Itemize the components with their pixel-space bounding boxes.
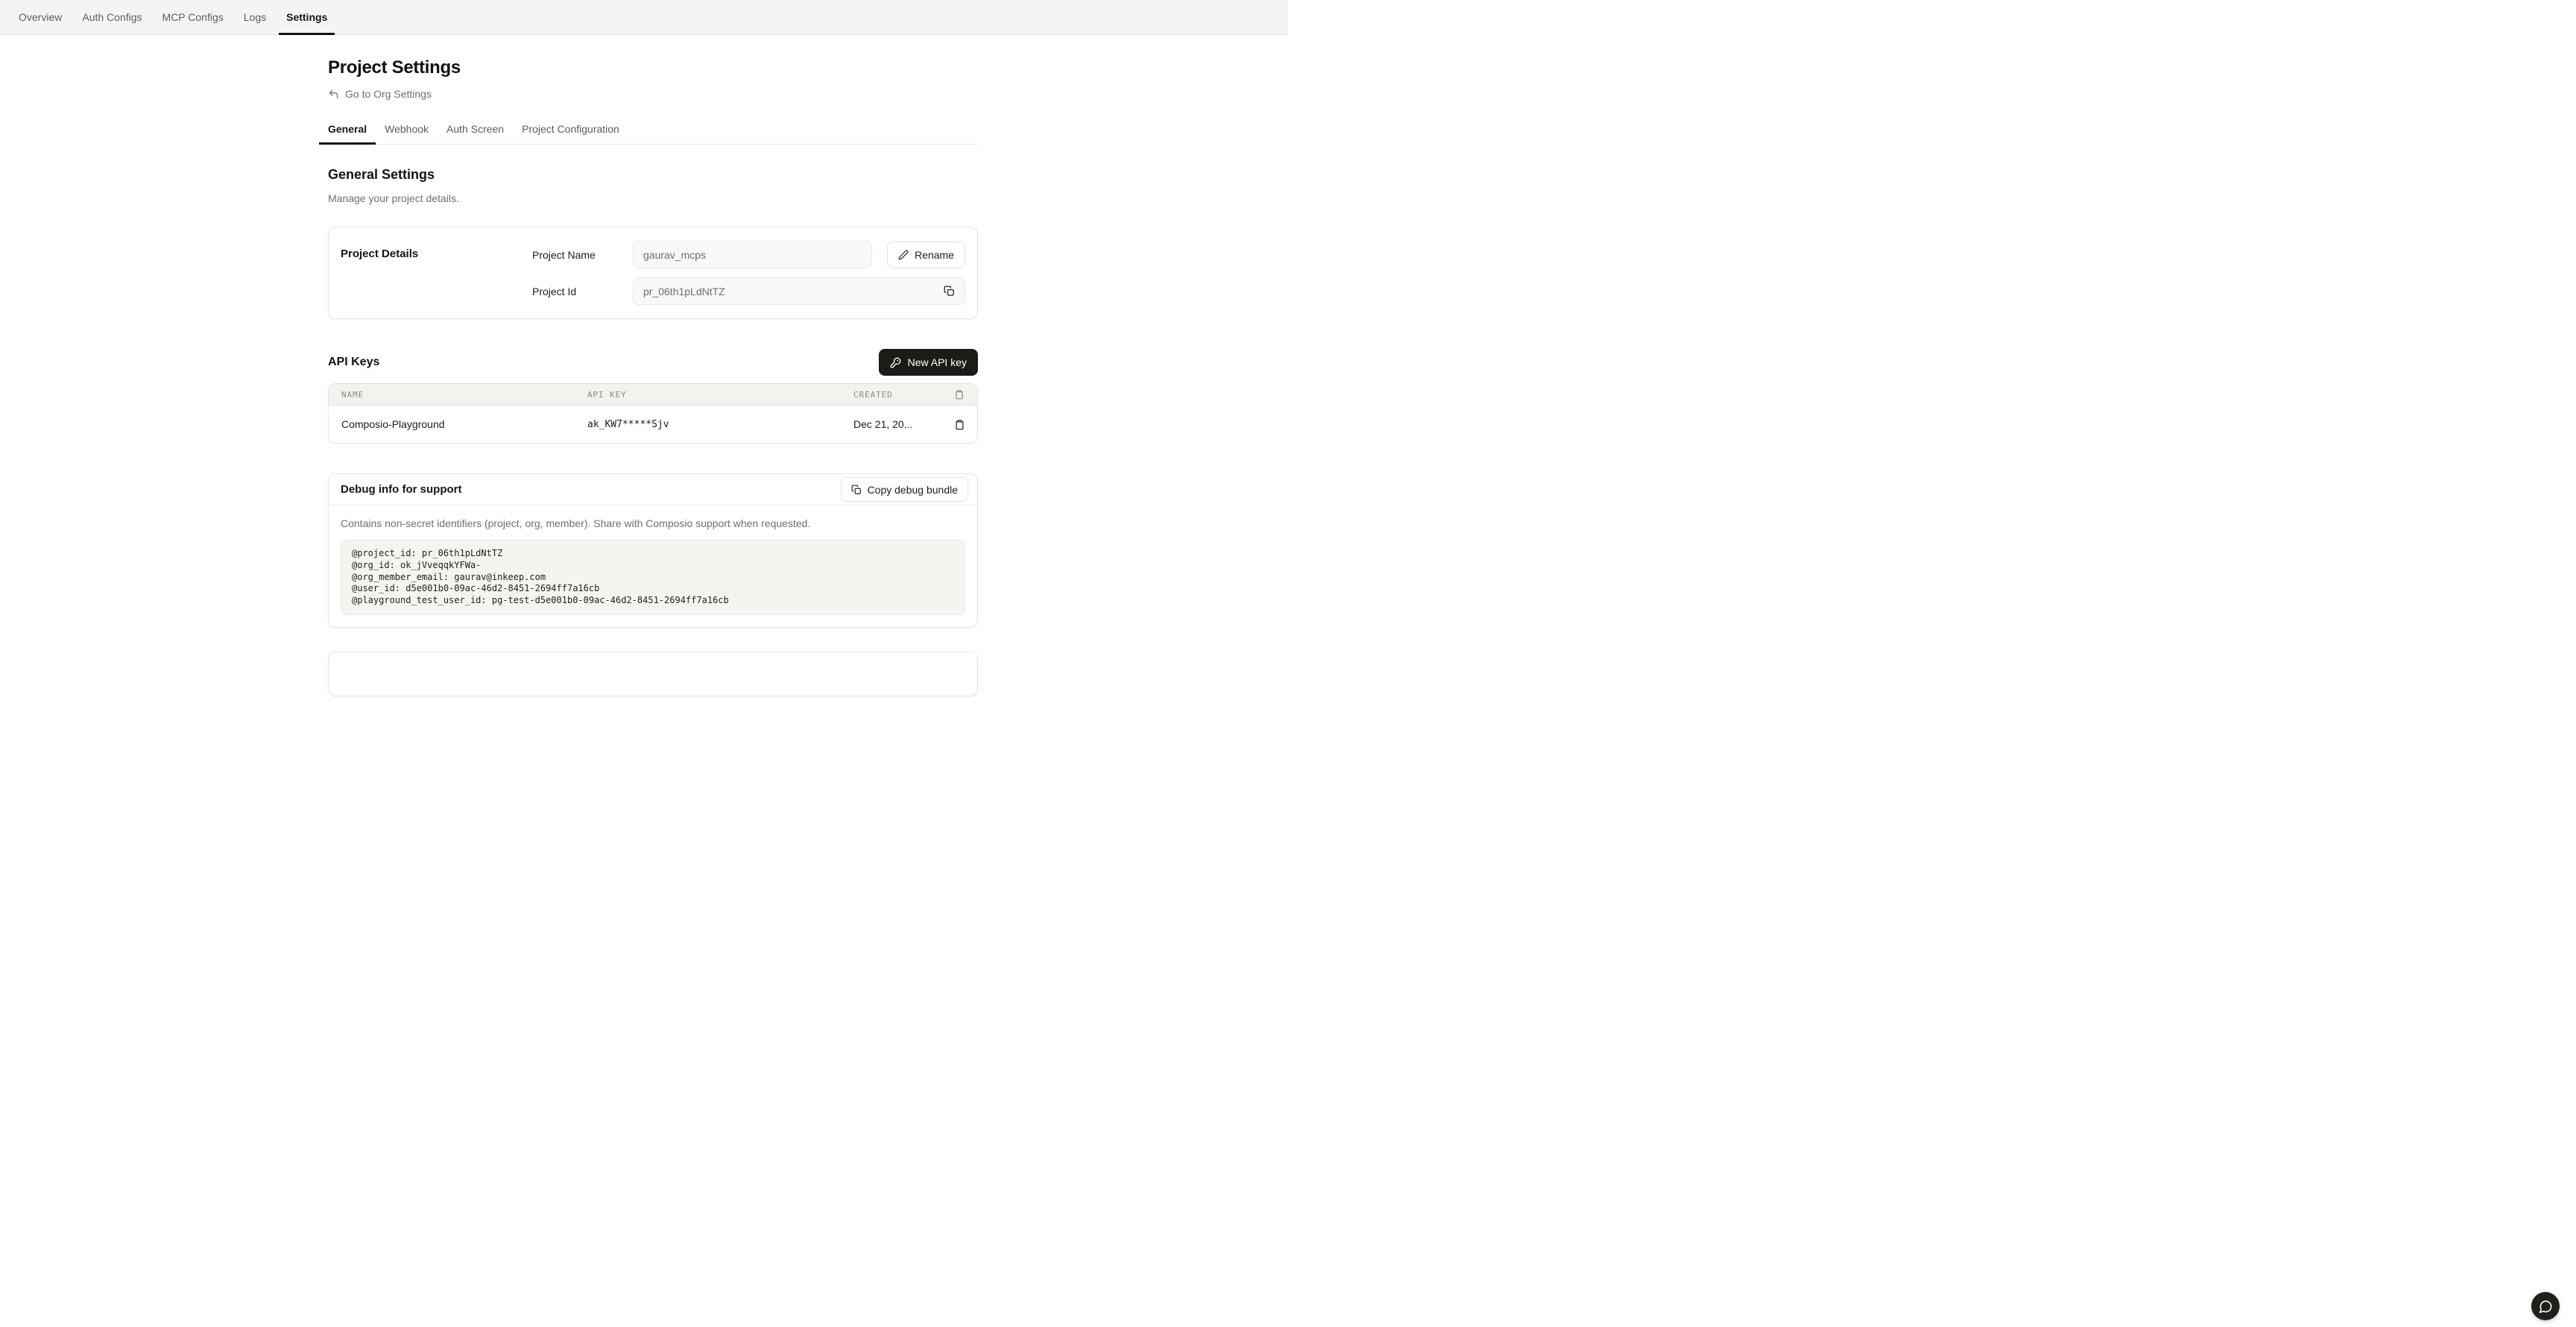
api-keys-table-header: NAME API KEY CREATED: [329, 384, 977, 406]
project-id-field: pr_06th1pLdNtTZ: [633, 277, 965, 305]
nav-item-settings[interactable]: Settings: [279, 0, 335, 34]
nav-item-auth-configs[interactable]: Auth Configs: [75, 0, 149, 34]
column-header-created: CREATED: [853, 390, 941, 400]
project-name-input[interactable]: gaurav_mcps: [633, 241, 872, 268]
copy-icon: [851, 485, 862, 495]
trash-icon: [954, 389, 965, 400]
copy-debug-bundle-label: Copy debug bundle: [868, 484, 958, 496]
partial-next-card: [328, 652, 978, 696]
debug-info-card: Debug info for support Copy debug bundle…: [328, 473, 978, 628]
bundle-line: @playground_test_user_id: pg-test-d5e001…: [352, 595, 954, 607]
bundle-line: @org_member_email: gaurav@inkeep.com: [352, 572, 954, 584]
tab-webhook[interactable]: Webhook: [376, 115, 438, 145]
corner-up-left-icon: [328, 89, 339, 100]
page-title: Project Settings: [328, 57, 978, 78]
new-api-key-label: New API key: [908, 356, 967, 368]
bundle-line: @user_id: d5e001b0-09ac-46d2-8451-2694ff…: [352, 583, 954, 595]
general-settings-subheading: Manage your project details.: [328, 192, 978, 204]
api-key-row: Composio-Playground ak_KW7*****Sjv Dec 2…: [329, 406, 977, 443]
api-key-created-cell: Dec 21, 20...: [853, 418, 941, 430]
key-icon: [890, 357, 901, 368]
rename-label: Rename: [915, 249, 954, 261]
copy-icon: [944, 286, 955, 297]
go-to-org-settings-label: Go to Org Settings: [345, 88, 432, 100]
go-to-org-settings-link[interactable]: Go to Org Settings: [328, 88, 432, 100]
settings-tabs: General Webhook Auth Screen Project Conf…: [328, 115, 978, 145]
rename-button[interactable]: Rename: [887, 242, 965, 268]
api-keys-heading: API Keys: [328, 356, 379, 369]
copy-debug-bundle-button[interactable]: Copy debug bundle: [841, 477, 968, 502]
top-nav: Overview Auth Configs MCP Configs Logs S…: [0, 0, 1288, 35]
bundle-line: @project_id: pr_06th1pLdNtTZ: [352, 548, 954, 560]
column-header-delete: [941, 389, 977, 400]
new-api-key-button[interactable]: New API key: [879, 349, 978, 376]
bundle-line: @org_id: ok_jVveqqkYFWa-: [352, 560, 954, 572]
project-details-title: Project Details: [341, 241, 532, 305]
project-name-label: Project Name: [532, 249, 633, 261]
debug-info-header: Debug info for support Copy debug bundle: [329, 474, 977, 505]
tab-project-configuration[interactable]: Project Configuration: [513, 115, 628, 145]
project-id-value: pr_06th1pLdNtTZ: [643, 286, 725, 297]
api-keys-table: NAME API KEY CREATED Composio-Playground…: [328, 383, 978, 444]
project-name-row: Project Name gaurav_mcps Rename: [532, 241, 965, 268]
tab-general[interactable]: General: [319, 115, 376, 145]
debug-info-description: Contains non-secret identifiers (project…: [341, 517, 965, 529]
project-id-label: Project Id: [532, 286, 633, 297]
column-header-name: NAME: [329, 390, 587, 400]
api-key-value-cell: ak_KW7*****Sjv: [587, 419, 853, 430]
nav-item-mcp-configs[interactable]: MCP Configs: [155, 0, 231, 34]
nav-item-overview[interactable]: Overview: [11, 0, 69, 34]
chat-bubble-icon: [2539, 1299, 2553, 1314]
trash-icon: [954, 419, 965, 430]
pencil-icon: [898, 250, 909, 260]
column-header-api-key: API KEY: [587, 390, 853, 400]
api-key-name-cell: Composio-Playground: [329, 418, 587, 430]
api-keys-header: API Keys New API key: [328, 349, 978, 376]
debug-info-title: Debug info for support: [341, 483, 461, 496]
project-id-row: Project Id pr_06th1pLdNtTZ: [532, 277, 965, 305]
general-settings-heading: General Settings: [328, 167, 978, 183]
settings-page: Project Settings Go to Org Settings Gene…: [328, 57, 978, 696]
copy-project-id-button[interactable]: [944, 286, 955, 297]
nav-item-logs[interactable]: Logs: [236, 0, 274, 34]
chat-launcher-button[interactable]: [2531, 1292, 2560, 1320]
project-name-value: gaurav_mcps: [643, 249, 706, 261]
project-details-card: Project Details Project Name gaurav_mcps…: [328, 227, 978, 319]
tab-auth-screen[interactable]: Auth Screen: [438, 115, 513, 145]
delete-api-key-button[interactable]: [954, 419, 965, 430]
debug-bundle-code-block: @project_id: pr_06th1pLdNtTZ@org_id: ok_…: [341, 540, 965, 615]
